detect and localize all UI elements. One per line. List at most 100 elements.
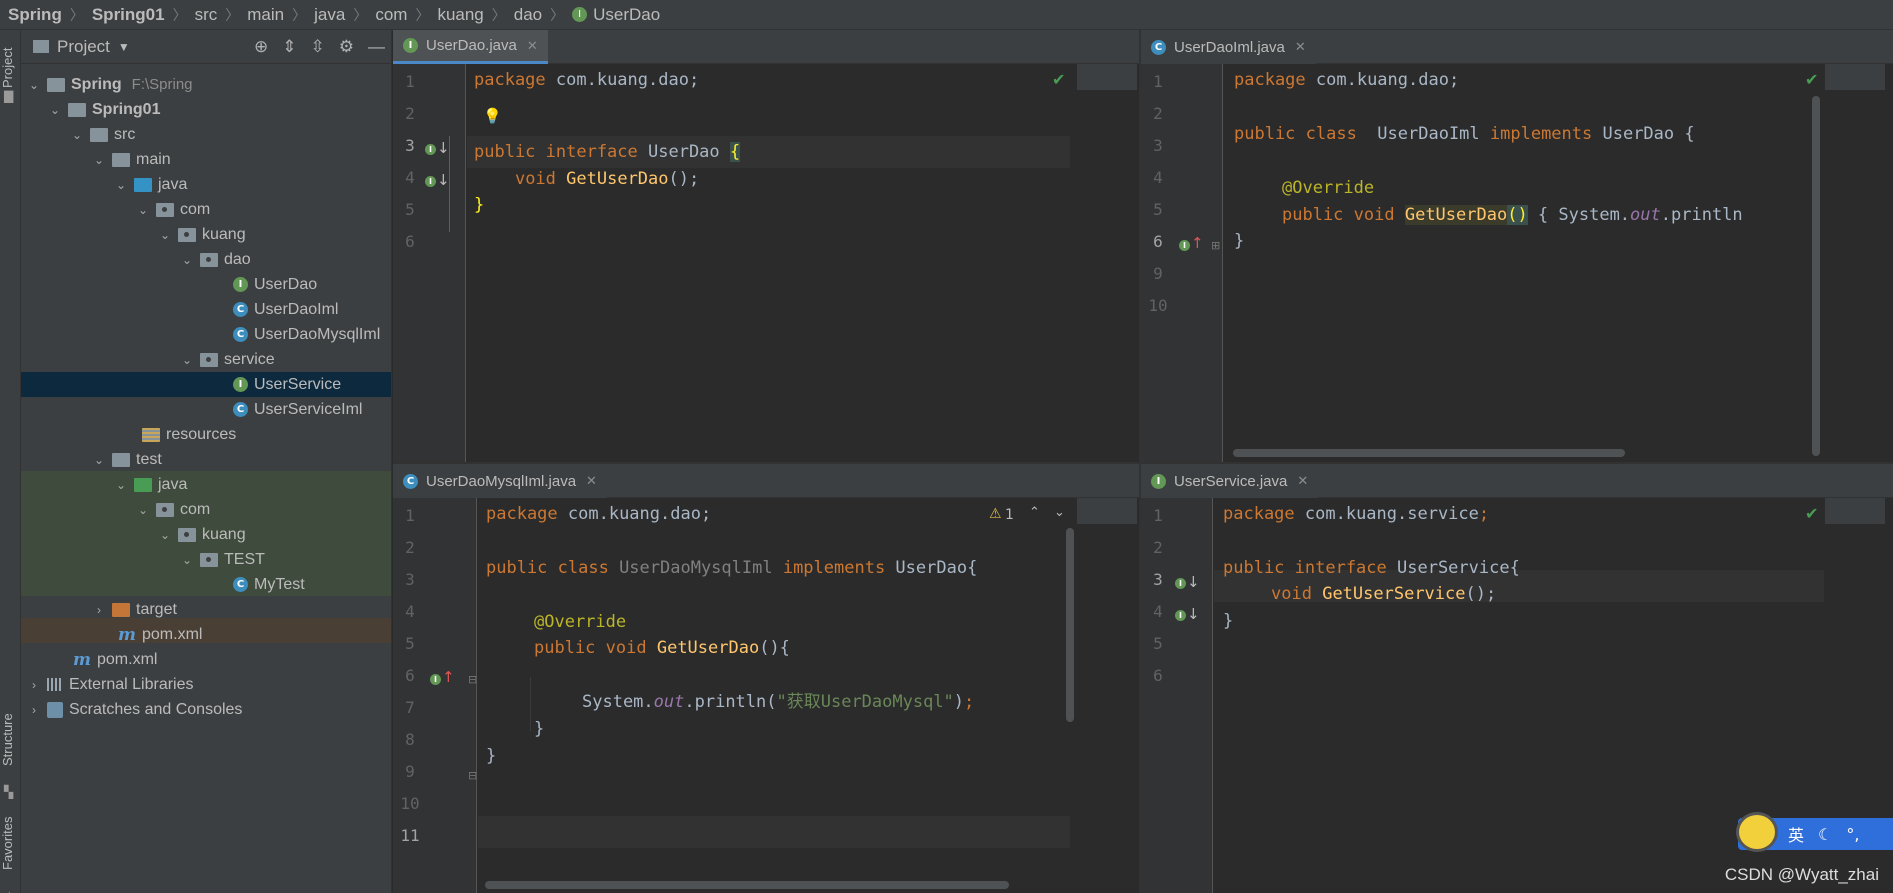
tree-item-userservice[interactable]: I UserService <box>21 372 391 397</box>
arrow-up-icon[interactable]: ↑ <box>1191 236 1204 251</box>
tree-item-userserviceiml[interactable]: C UserServiceIml <box>21 397 391 422</box>
chevron-down-icon[interactable]: ⌄ <box>70 128 84 142</box>
breadcrumb-item-dao[interactable]: dao <box>514 5 542 25</box>
close-icon[interactable]: ✕ <box>1297 473 1308 489</box>
breadcrumb-item-src[interactable]: src <box>195 5 218 25</box>
tree-item-src[interactable]: ⌄ src <box>21 122 391 147</box>
tab-userservice[interactable]: I UserService.java ✕ <box>1141 464 1319 498</box>
expand-all-icon[interactable]: ⇕ <box>282 37 296 57</box>
locate-icon[interactable]: ⊕ <box>254 37 268 57</box>
chevron-down-icon[interactable]: ⌄ <box>180 553 194 567</box>
breadcrumb-item-kuang[interactable]: kuang <box>437 5 483 25</box>
breadcrumb-item-spring[interactable]: Spring <box>8 5 62 25</box>
tree-item-userdaomysqliml[interactable]: C UserDaoMysqlIml <box>21 322 391 347</box>
tree-item-target[interactable]: › target <box>21 597 391 622</box>
minimize-icon[interactable]: — <box>368 37 385 57</box>
tree-item-dao[interactable]: ⌄ dao <box>21 247 391 272</box>
tab-userdao[interactable]: I UserDao.java ✕ <box>393 30 548 64</box>
horizontal-scrollbar[interactable] <box>1233 449 1625 457</box>
vertical-scrollbar[interactable] <box>1066 528 1074 722</box>
breadcrumb-item-com[interactable]: com <box>375 5 407 25</box>
warning-count[interactable]: 1 <box>1005 507 1014 523</box>
tab-userdaoiml[interactable]: C UserDaoIml.java ✕ <box>1141 30 1316 64</box>
favorites-tool-tab[interactable]: Favorites <box>0 800 21 886</box>
tree-item-pom-inner[interactable]: m pom.xml <box>21 622 391 647</box>
editor-userdaoiml[interactable]: C UserDaoIml.java ✕ 1 2 3 4 5 6 9 10 I ↑… <box>1141 30 1893 462</box>
chevron-down-icon[interactable]: ⌄ <box>180 253 194 267</box>
punctuation-icon[interactable]: °, <box>1846 825 1859 844</box>
chevron-down-icon[interactable]: ⌄ <box>92 453 106 467</box>
chevron-right-icon[interactable]: › <box>27 678 41 692</box>
fold-icon[interactable]: ⊟ <box>468 770 477 782</box>
ime-language-toggle[interactable]: 英 <box>1788 822 1804 846</box>
chevron-down-icon[interactable]: ⌄ <box>136 203 150 217</box>
tree-item-java[interactable]: ⌄ java <box>21 172 391 197</box>
horizontal-scrollbar[interactable] <box>485 881 1009 889</box>
arrow-down-icon[interactable]: ↓ <box>437 173 450 188</box>
tree-item-kuang[interactable]: ⌄ kuang <box>21 222 391 247</box>
lightbulb-icon[interactable]: 💡 <box>483 107 502 125</box>
gear-icon[interactable]: ⚙ <box>339 37 354 57</box>
editor-userdao[interactable]: I UserDao.java ✕ 1 2 3 4 5 6 I ↓ I ↓ 💡 p… <box>393 30 1140 462</box>
arrow-down-icon[interactable]: ↓ <box>1187 575 1200 590</box>
chevron-down-icon[interactable]: ▼ <box>118 40 130 54</box>
chevron-right-icon[interactable]: › <box>27 703 41 717</box>
minimap[interactable] <box>1825 498 1885 524</box>
implemented-icon[interactable]: I <box>1179 240 1190 251</box>
structure-tool-tab[interactable]: Structure <box>0 695 21 785</box>
tab-userdaomysqliml[interactable]: C UserDaoMysqlIml.java ✕ <box>393 464 607 498</box>
chevron-down-icon[interactable]: ⌄ <box>114 178 128 192</box>
collapse-all-icon[interactable]: ⇳ <box>311 37 325 57</box>
arrow-down-icon[interactable]: ↓ <box>1187 607 1200 622</box>
close-icon[interactable]: ✕ <box>527 38 538 54</box>
minimap[interactable] <box>1077 64 1137 90</box>
editor-userdaomysqliml[interactable]: C UserDaoMysqlIml.java ✕ 1 2 3 4 5 6 7 8… <box>393 464 1139 893</box>
breadcrumb-item-userdao[interactable]: I UserDao <box>572 5 660 25</box>
tree-item-resources[interactable]: resources <box>21 422 391 447</box>
tree-item-mytest[interactable]: C MyTest <box>21 572 391 597</box>
minimap[interactable] <box>1077 498 1137 524</box>
tree-item-com[interactable]: ⌄ com <box>21 197 391 222</box>
arrow-down-icon[interactable]: ↓ <box>437 141 450 156</box>
no-problems-check-icon[interactable]: ✔ <box>1052 70 1065 89</box>
moon-icon[interactable]: ☾ <box>1818 825 1832 844</box>
chevron-down-icon[interactable]: ⌄ <box>92 153 106 167</box>
fold-icon[interactable]: ⊞ <box>1211 240 1220 252</box>
arrow-up-icon[interactable]: ↑ <box>442 670 455 685</box>
implemented-icon[interactable]: I <box>425 176 436 187</box>
chevron-down-icon[interactable]: ⌄ <box>158 528 172 542</box>
tree-item-userdaoiml[interactable]: C UserDaoIml <box>21 297 391 322</box>
tree-item-test[interactable]: ⌄ test <box>21 447 391 472</box>
warning-icon[interactable]: ⚠ <box>989 506 1002 522</box>
tree-item-external-libraries[interactable]: › External Libraries <box>21 672 391 697</box>
vertical-scrollbar[interactable] <box>1812 96 1820 456</box>
tree-item-scratches[interactable]: › Scratches and Consoles <box>21 697 391 722</box>
chevron-down-icon[interactable]: ⌄ <box>158 228 172 242</box>
breadcrumb-item-spring01[interactable]: Spring01 <box>92 5 165 25</box>
tree-item-pom-outer[interactable]: m pom.xml <box>21 647 391 672</box>
chevron-up-icon[interactable]: ⌃ <box>1029 505 1040 520</box>
tree-item-test-TEST[interactable]: ⌄ TEST <box>21 547 391 572</box>
chevron-down-icon[interactable]: ⌄ <box>136 503 150 517</box>
implemented-icon[interactable]: I <box>1175 578 1186 589</box>
no-problems-check-icon[interactable]: ✔ <box>1805 70 1818 89</box>
tree-item-spring[interactable]: ⌄ Spring F:\Spring <box>21 72 391 97</box>
chevron-down-icon[interactable]: ⌄ <box>48 103 62 117</box>
close-icon[interactable]: ✕ <box>586 473 597 489</box>
no-problems-check-icon[interactable]: ✔ <box>1805 504 1818 523</box>
implemented-icon[interactable]: I <box>430 674 441 685</box>
implemented-icon[interactable]: I <box>1175 610 1186 621</box>
chevron-down-icon[interactable]: ⌄ <box>27 78 41 92</box>
tree-item-main[interactable]: ⌄ main <box>21 147 391 172</box>
tree-item-service[interactable]: ⌄ service <box>21 347 391 372</box>
tree-item-userdao[interactable]: I UserDao <box>21 272 391 297</box>
chevron-right-icon[interactable]: › <box>92 603 106 617</box>
tree-item-spring01[interactable]: ⌄ Spring01 <box>21 97 391 122</box>
breadcrumb-item-main[interactable]: main <box>247 5 284 25</box>
chevron-down-icon[interactable]: ⌄ <box>114 478 128 492</box>
project-panel-title[interactable]: Project <box>57 37 110 57</box>
fold-icon[interactable]: ⊟ <box>468 674 477 686</box>
chevron-down-icon[interactable]: ⌄ <box>180 353 194 367</box>
close-icon[interactable]: ✕ <box>1295 39 1306 55</box>
implemented-icon[interactable]: I <box>425 144 436 155</box>
